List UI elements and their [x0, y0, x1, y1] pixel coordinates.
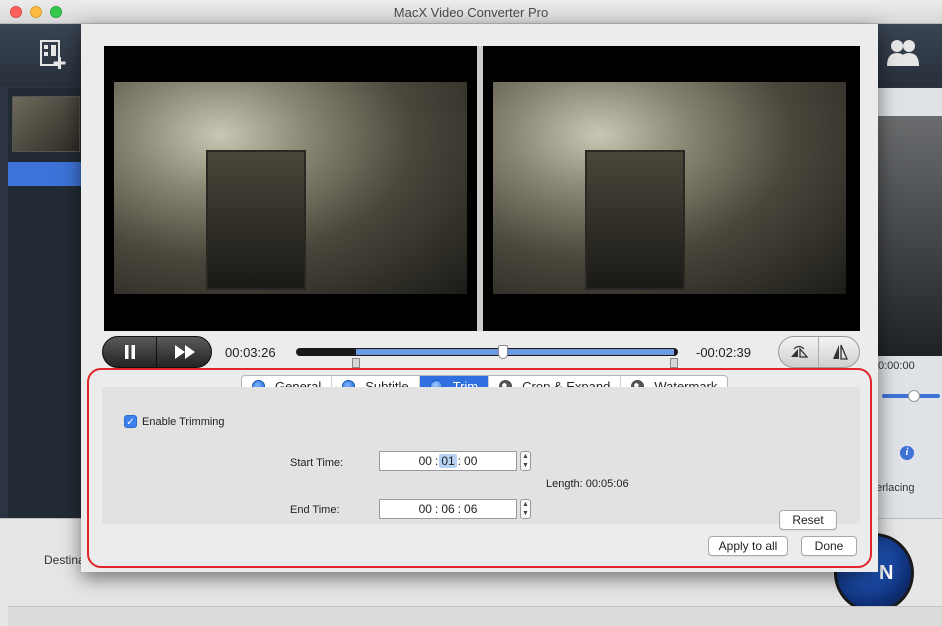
trim-selected-range — [356, 349, 674, 355]
end-time-stepper[interactable]: ▲ ▼ — [520, 499, 531, 519]
preview-panel: 0:00:00 i erlacing — [876, 88, 942, 518]
reset-button[interactable]: Reset — [779, 510, 837, 530]
video-scene — [114, 82, 467, 294]
pause-button[interactable] — [103, 337, 157, 367]
end-seconds[interactable]: 06 — [462, 502, 479, 516]
video-list — [8, 88, 84, 518]
destination-label: Destina — [44, 553, 85, 567]
fast-forward-icon — [175, 345, 195, 359]
flip-vertical-icon — [833, 344, 848, 360]
output-video-frame — [483, 46, 856, 331]
trim-start-handle[interactable] — [352, 358, 360, 368]
info-icon[interactable]: i — [900, 446, 914, 460]
start-time-label: Start Time: — [290, 457, 344, 469]
run-button-label: N — [879, 562, 894, 584]
start-seconds[interactable]: 00 — [462, 454, 479, 468]
trim-panel: ✓ Enable Trimming Start Time: 00 : 01 : … — [102, 387, 860, 530]
checkmark-icon: ✓ — [124, 415, 137, 428]
trim-end-handle[interactable] — [670, 358, 678, 368]
end-minutes[interactable]: 06 — [439, 502, 456, 516]
preview-slider[interactable] — [882, 390, 940, 402]
fast-forward-button[interactable] — [158, 337, 212, 367]
start-hours[interactable]: 00 — [417, 454, 434, 468]
window-titlebar: MacX Video Converter Pro — [0, 0, 942, 24]
add-video-icon[interactable] — [38, 38, 68, 70]
end-time-label: End Time: — [290, 504, 340, 516]
video-preview-area — [104, 46, 860, 331]
apply-to-all-button[interactable]: Apply to all — [708, 536, 788, 556]
preview-timecode: 0:00:00 — [878, 360, 915, 372]
pause-icon — [124, 345, 135, 359]
flip-vertical-button[interactable] — [820, 337, 860, 367]
enable-trimming-label: Enable Trimming — [142, 415, 225, 428]
end-hours[interactable]: 00 — [417, 502, 434, 516]
enable-trimming-checkbox[interactable]: ✓ Enable Trimming — [124, 415, 225, 428]
start-time-stepper[interactable]: ▲ ▼ — [520, 451, 531, 471]
deinterlacing-label: erlacing — [876, 482, 915, 494]
video-thumbnail[interactable] — [12, 96, 80, 152]
end-time-field[interactable]: 00 : 06 : 06 — [379, 499, 517, 519]
video-scene-booth — [585, 150, 685, 290]
video-scene-booth — [206, 150, 306, 290]
flip-horizontal-button[interactable] — [779, 337, 819, 367]
video-scene — [493, 82, 846, 294]
trim-length: Length: 00:05:06 — [546, 478, 629, 490]
playback-button-group — [102, 336, 212, 368]
window-title: MacX Video Converter Pro — [393, 5, 549, 20]
original-video-frame — [104, 46, 477, 331]
flip-horizontal-icon — [790, 345, 808, 358]
playback-controls: 00:03:26 -00:02:39 — [102, 336, 862, 370]
playhead-thumb[interactable] — [498, 345, 508, 359]
status-bar — [8, 606, 942, 626]
trim-timeline[interactable] — [296, 345, 678, 368]
people-icon[interactable] — [886, 38, 920, 68]
flip-button-group — [778, 336, 860, 368]
remaining-time: -00:02:39 — [696, 345, 751, 360]
done-button[interactable]: Done — [801, 536, 857, 556]
start-minutes[interactable]: 01 — [439, 454, 457, 468]
preview-video — [876, 116, 942, 356]
current-time: 00:03:26 — [225, 345, 276, 360]
edit-dialog: 00:03:26 -00:02:39 General Subtitle Trim… — [81, 24, 878, 572]
preview-slider-knob[interactable] — [908, 390, 920, 402]
selected-video-row[interactable] — [8, 162, 84, 186]
start-time-field[interactable]: 00 : 01 : 00 — [379, 451, 517, 471]
